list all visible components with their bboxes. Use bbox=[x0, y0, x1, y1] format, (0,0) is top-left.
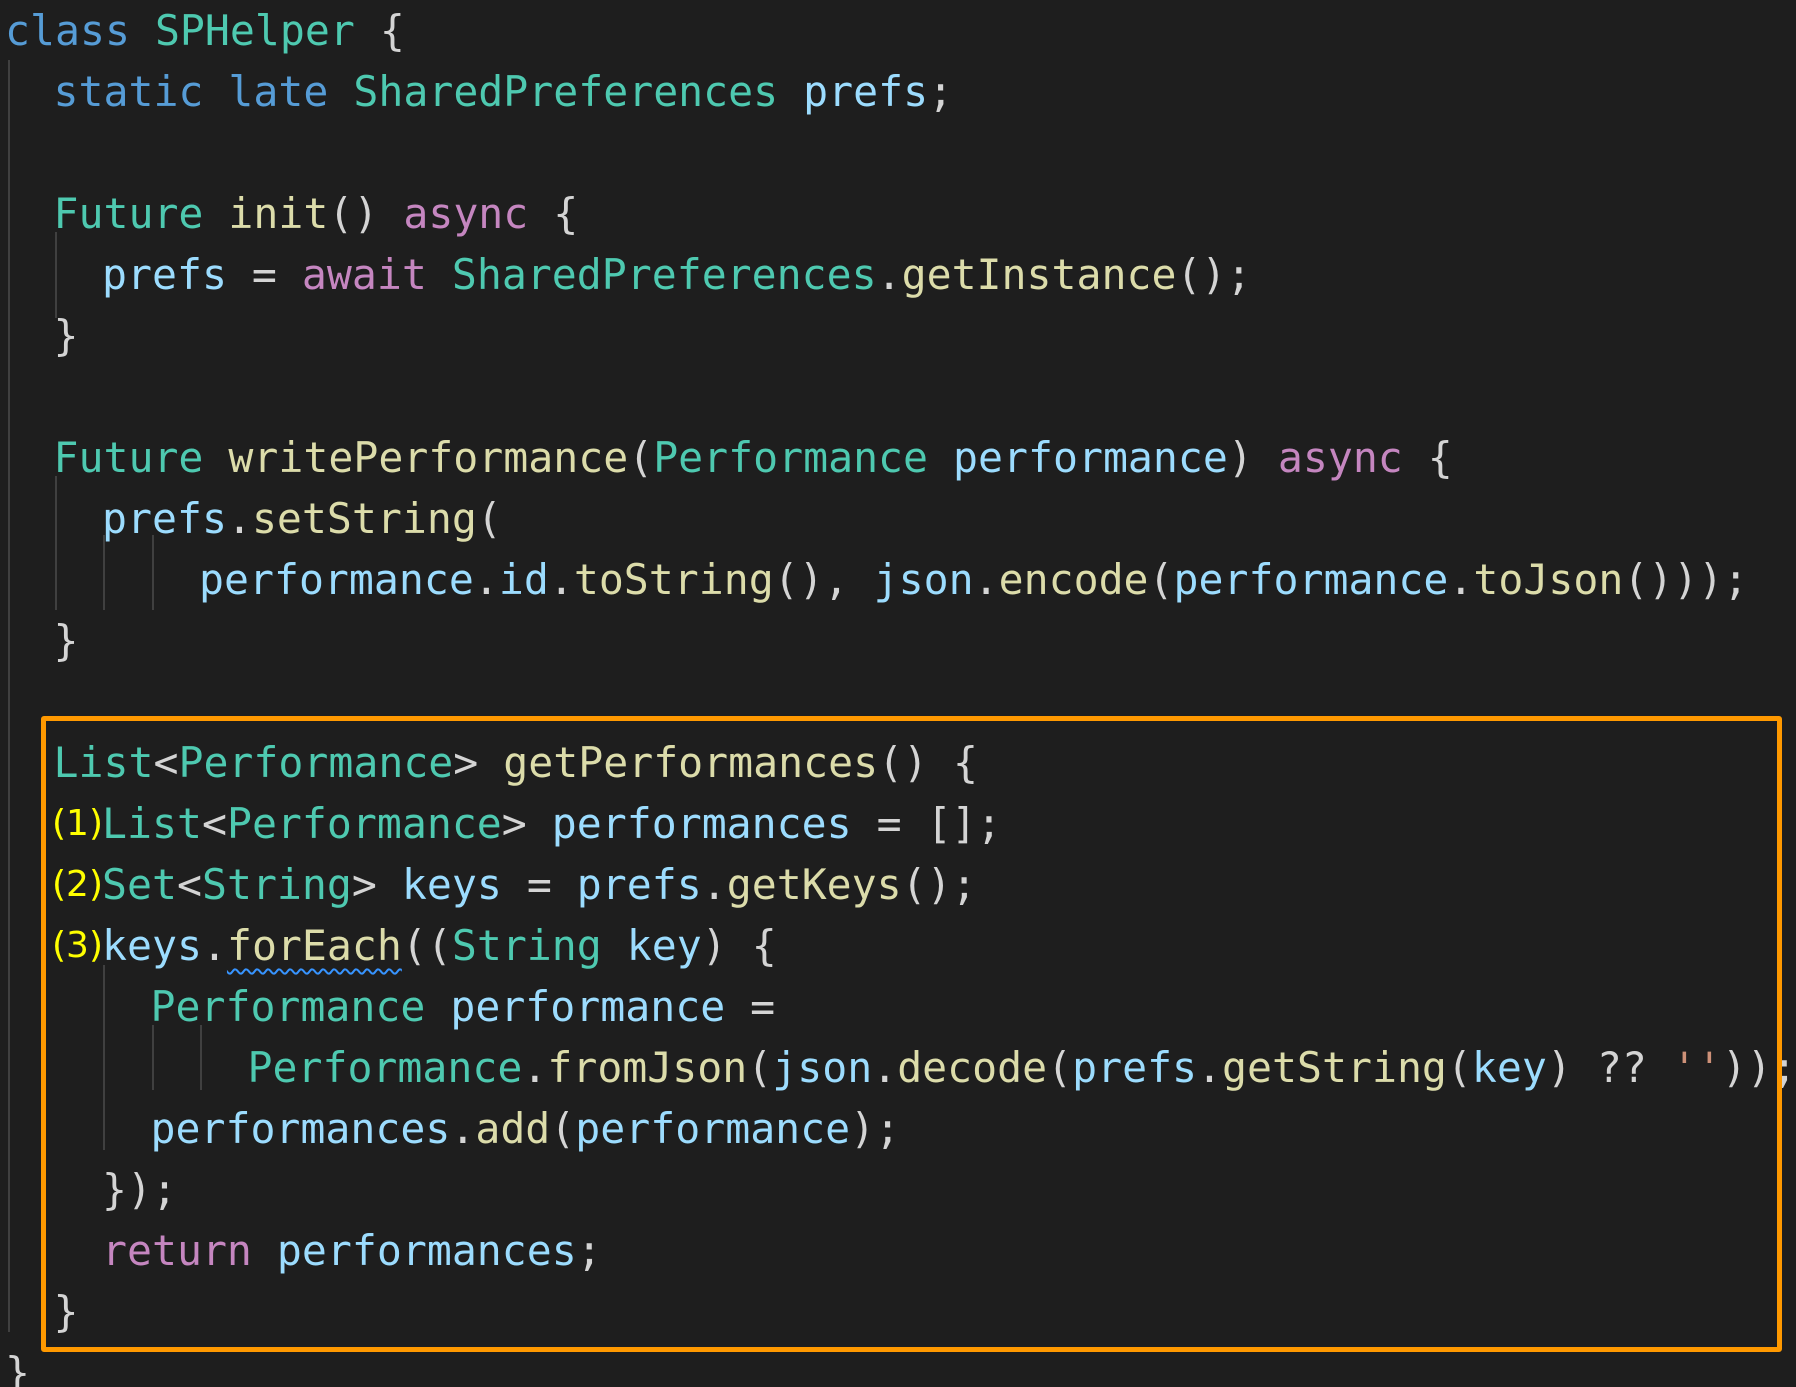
code-token: await bbox=[301, 250, 427, 299]
code-token: SharedPreferences bbox=[451, 250, 877, 299]
code-line[interactable]: } bbox=[54, 305, 79, 366]
highlight-box bbox=[41, 716, 1782, 1352]
code-token: } bbox=[5, 1348, 30, 1387]
code-token: ( bbox=[476, 494, 502, 543]
code-token: toJson bbox=[1473, 555, 1624, 604]
code-token: SPHelper bbox=[154, 6, 355, 55]
code-token: } bbox=[53, 616, 79, 665]
code-token: ( bbox=[628, 433, 654, 482]
code-editor: class SPHelper {static late SharedPrefer… bbox=[0, 0, 1796, 1387]
code-token: () bbox=[328, 189, 404, 238]
code-token: performance bbox=[953, 433, 1228, 482]
code-token: prefs bbox=[102, 494, 227, 543]
code-token: encode bbox=[998, 555, 1149, 604]
code-token: { bbox=[1402, 433, 1453, 482]
code-token: async bbox=[403, 189, 529, 238]
code-token: id bbox=[498, 555, 549, 604]
code-token: async bbox=[1277, 433, 1403, 482]
code-line[interactable]: prefs.setString( bbox=[102, 488, 502, 549]
code-line[interactable]: class SPHelper { bbox=[5, 0, 405, 61]
code-token: init bbox=[228, 189, 329, 238]
code-token: . bbox=[1448, 555, 1474, 604]
code-token: . bbox=[973, 555, 999, 604]
code-line[interactable]: prefs = await SharedPreferences.getInsta… bbox=[102, 244, 1251, 305]
code-token: { bbox=[354, 6, 405, 55]
code-line[interactable]: Future writePerformance(Performance perf… bbox=[54, 427, 1453, 488]
code-token: late bbox=[228, 67, 329, 116]
code-token: setString bbox=[251, 494, 477, 543]
code-token: . bbox=[226, 494, 252, 543]
indent-guide bbox=[8, 60, 10, 1332]
code-token: json bbox=[873, 555, 974, 604]
code-token: SharedPreferences bbox=[353, 67, 779, 116]
code-token: . bbox=[876, 250, 902, 299]
code-token: toString bbox=[573, 555, 774, 604]
code-token: . bbox=[548, 555, 574, 604]
code-token: getInstance bbox=[901, 250, 1177, 299]
code-token: (); bbox=[1176, 250, 1252, 299]
code-token: ( bbox=[1148, 555, 1174, 604]
code-token: { bbox=[528, 189, 579, 238]
code-token: Future bbox=[53, 433, 204, 482]
code-token: performance bbox=[199, 555, 474, 604]
code-token: = bbox=[226, 250, 302, 299]
code-token: writePerformance bbox=[228, 433, 629, 482]
code-token: } bbox=[53, 311, 79, 360]
code-token: . bbox=[473, 555, 499, 604]
code-line[interactable]: static late SharedPreferences prefs; bbox=[54, 61, 954, 122]
code-token: (), bbox=[773, 555, 874, 604]
code-token: ())); bbox=[1623, 555, 1749, 604]
code-token: performance bbox=[1173, 555, 1449, 604]
code-token: ) bbox=[1227, 433, 1278, 482]
code-line[interactable]: Future init() async { bbox=[54, 183, 579, 244]
code-token: prefs bbox=[102, 250, 227, 299]
code-line[interactable]: performance.id.toString(), json.encode(p… bbox=[199, 549, 1748, 610]
code-line[interactable]: } bbox=[5, 1342, 30, 1387]
code-line[interactable]: } bbox=[54, 610, 79, 671]
code-token: prefs bbox=[803, 67, 929, 116]
code-token: static bbox=[53, 67, 204, 116]
code-token: Future bbox=[53, 189, 204, 238]
code-token: ; bbox=[928, 67, 954, 116]
code-token: class bbox=[5, 6, 130, 55]
code-token: Performance bbox=[653, 433, 929, 482]
indent-guide bbox=[55, 476, 57, 610]
